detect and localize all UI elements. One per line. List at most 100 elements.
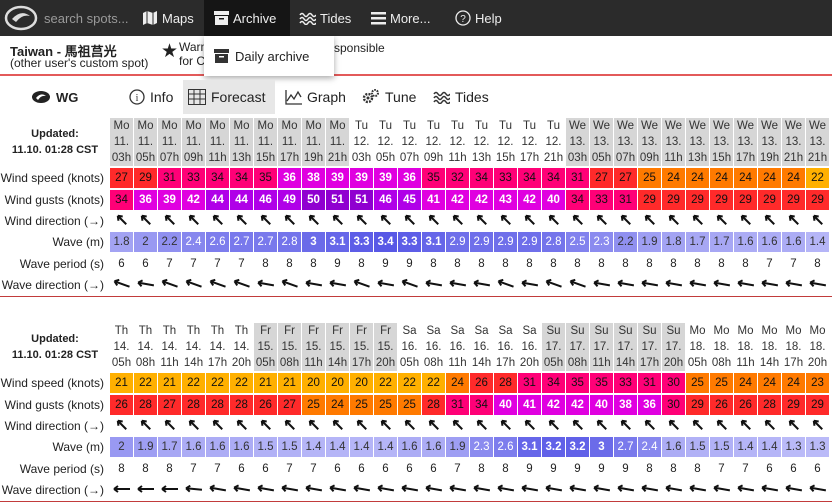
waves-icon bbox=[433, 91, 450, 104]
wave-direction-cell bbox=[326, 479, 349, 499]
time-hour: 21h bbox=[327, 152, 348, 164]
wind-direction-cell bbox=[710, 210, 733, 230]
wave-period-cell: 9 bbox=[598, 463, 605, 475]
tab-tune[interactable]: Tune bbox=[357, 80, 421, 114]
wind-arrow-icon bbox=[404, 419, 415, 430]
time-day: Tu bbox=[523, 120, 536, 132]
time-day: We bbox=[616, 120, 635, 132]
time-hour: 20h bbox=[231, 357, 252, 369]
time-header-cell: We 13. 03h bbox=[566, 118, 589, 166]
time-hour: 05h bbox=[543, 357, 564, 369]
windguru-logo-icon[interactable] bbox=[4, 5, 38, 36]
wave-direction-cell bbox=[710, 274, 733, 294]
wave-arrow-icon bbox=[688, 279, 706, 287]
time-hour: 03h bbox=[567, 152, 588, 164]
wind-speed-cell: 27 bbox=[614, 168, 637, 188]
tab-graph[interactable]: Graph bbox=[280, 80, 351, 114]
wind-gusts-cell: 51 bbox=[326, 190, 349, 210]
time-header-cell: Tu 12. 21h bbox=[542, 118, 565, 166]
wind-speed-cell: 31 bbox=[518, 373, 541, 393]
wind-arrow-icon bbox=[692, 214, 703, 225]
time-header-cell: Th 14. 14h bbox=[182, 323, 205, 371]
wind-speed-cell: 22 bbox=[374, 373, 397, 393]
wave-arrow-icon bbox=[520, 279, 538, 287]
wave-period-cell: 8 bbox=[310, 258, 317, 270]
wave-direction-cell bbox=[422, 479, 445, 499]
wave-period-cell: 7 bbox=[190, 463, 197, 475]
wind-direction-cell bbox=[686, 210, 709, 230]
nav-more[interactable]: More... bbox=[371, 0, 430, 36]
time-header-cell: Mo 18. 20h bbox=[806, 323, 829, 371]
star-icon[interactable]: ★ bbox=[161, 40, 178, 63]
wind-gusts-cell: 28 bbox=[422, 395, 445, 415]
wind-direction-cell bbox=[182, 210, 205, 230]
tab-info[interactable]: i Info bbox=[124, 80, 178, 114]
wave-period-cell: 6 bbox=[358, 463, 365, 475]
wave-direction-cell bbox=[326, 274, 349, 294]
wind-direction-cell bbox=[158, 415, 181, 435]
wind-direction-cell bbox=[302, 415, 325, 435]
wave-height-cell: 1.4 bbox=[374, 437, 397, 457]
wind-direction-cell bbox=[542, 415, 565, 435]
time-header-cell: Sa 16. 20h bbox=[518, 323, 541, 371]
wind-direction-cell bbox=[350, 415, 373, 435]
daily-archive-menu-item[interactable]: Daily archive bbox=[235, 49, 309, 64]
wind-speed-cell: 34 bbox=[470, 168, 493, 188]
time-header-cell: Tu 12. 13h bbox=[470, 118, 493, 166]
time-header-cell: Mo 11. 03h bbox=[110, 118, 133, 166]
wind-arrow-icon bbox=[692, 419, 703, 430]
wave-direction-cell bbox=[566, 274, 589, 294]
time-day: Sa bbox=[402, 325, 417, 337]
wave-direction-cell bbox=[590, 479, 613, 499]
wind-gusts-cell: 36 bbox=[134, 190, 157, 210]
time-day: Su bbox=[642, 325, 657, 337]
warning-text: Warn bbox=[179, 40, 208, 54]
wave-period-cell: 7 bbox=[286, 463, 293, 475]
wind-arrow-icon bbox=[764, 419, 775, 430]
time-hour: 08h bbox=[567, 357, 588, 369]
wave-period-cell: 6 bbox=[406, 463, 413, 475]
warning-text-3: sponsible bbox=[334, 41, 385, 55]
wave-direction-cell bbox=[206, 479, 229, 499]
nav-tides[interactable]: Tides bbox=[299, 0, 351, 36]
wave-height-cell: 3.4 bbox=[374, 232, 397, 252]
wind-direction-cell bbox=[374, 415, 397, 435]
wind-speed-cell: 27 bbox=[590, 168, 613, 188]
time-day: Fr bbox=[356, 325, 367, 337]
wave-height-cell: 1.4 bbox=[806, 232, 829, 252]
time-hour: 11h bbox=[304, 357, 323, 369]
tab-forecast[interactable]: Forecast bbox=[183, 80, 275, 114]
wind-direction-cell bbox=[446, 415, 469, 435]
nav-archive[interactable]: Archive bbox=[204, 0, 290, 36]
time-date: 13. bbox=[641, 136, 658, 148]
svg-text:i: i bbox=[136, 93, 139, 104]
wave-arrow-icon bbox=[256, 484, 274, 492]
wind-speed-cell: 24 bbox=[734, 373, 757, 393]
wave-height-cell: 1.6 bbox=[758, 232, 781, 252]
wave-period-cell: 8 bbox=[670, 258, 677, 270]
time-hour: 05h bbox=[375, 152, 396, 164]
wave-height-cell: 2 bbox=[110, 437, 133, 457]
nav-help[interactable]: ? Help bbox=[455, 0, 502, 36]
wind-speed-cell: 21 bbox=[158, 373, 181, 393]
wind-gusts-cell: 36 bbox=[638, 395, 661, 415]
tab-wg[interactable]: WG bbox=[26, 80, 83, 114]
search-input[interactable]: search spots... bbox=[44, 0, 129, 36]
time-hour: 13h bbox=[687, 152, 708, 164]
nav-maps[interactable]: Maps bbox=[142, 0, 194, 36]
wave-arrow-icon bbox=[208, 484, 226, 492]
time-header-cell: Su 17. 17h bbox=[638, 323, 661, 371]
wave-arrow-icon bbox=[760, 484, 778, 492]
wave-height-cell: 3.1 bbox=[326, 232, 349, 252]
wind-gusts-cell: 28 bbox=[182, 395, 205, 415]
wave-period-cell: 8 bbox=[142, 463, 149, 475]
wave-height-cell: 1.5 bbox=[686, 437, 709, 457]
time-hour: 13h bbox=[471, 152, 492, 164]
tab-tides[interactable]: Tides bbox=[428, 80, 494, 114]
wind-arrow-icon bbox=[164, 214, 175, 225]
wind-direction-cell bbox=[302, 210, 325, 230]
wind-direction-cell bbox=[494, 415, 517, 435]
wave-period-cell: 7 bbox=[190, 258, 197, 270]
time-day: Fr bbox=[332, 325, 343, 337]
wind-speed-cell: 33 bbox=[614, 373, 637, 393]
